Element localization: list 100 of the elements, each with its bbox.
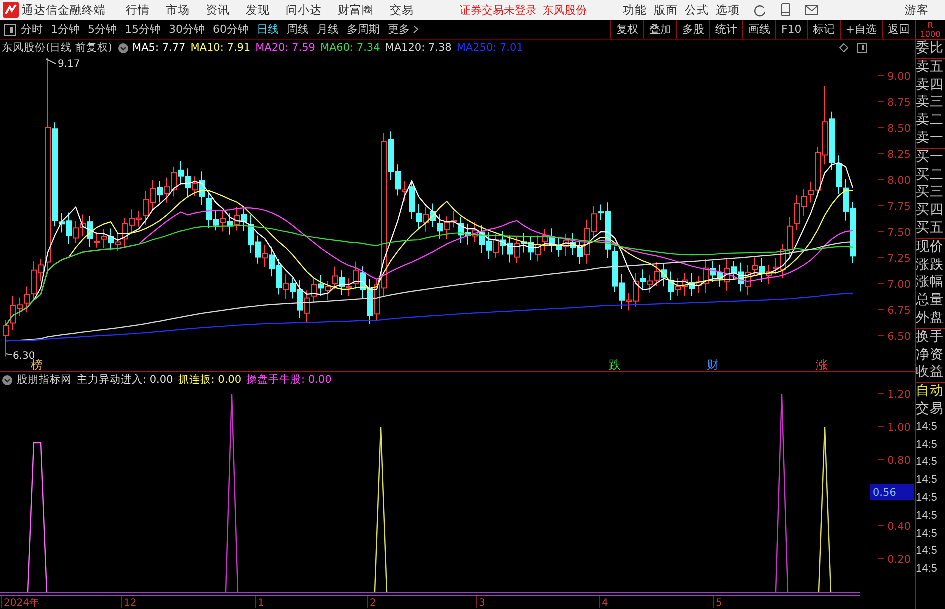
chevron-icon[interactable] bbox=[118, 42, 129, 54]
menu-item[interactable]: 财富圈 bbox=[338, 2, 374, 18]
period-tab[interactable]: 15分钟 bbox=[125, 22, 161, 37]
date-axis-label: 2 bbox=[370, 598, 376, 609]
ma-value: MA20: 7.59 bbox=[256, 42, 316, 54]
quote-label: 买一 bbox=[916, 148, 945, 167]
toolbar-button[interactable]: 多股 bbox=[676, 20, 710, 39]
period-tab[interactable]: 更多 bbox=[388, 22, 419, 37]
toolbar-button[interactable]: 返回 bbox=[882, 20, 915, 39]
panel-toggle-icon[interactable] bbox=[4, 24, 16, 36]
date-axis-label: 1 bbox=[258, 598, 264, 609]
quote-label: 现价 bbox=[916, 238, 945, 257]
period-tab[interactable]: 60分钟 bbox=[213, 22, 249, 37]
trade-time: 14:5 bbox=[916, 473, 938, 488]
app-logo-icon bbox=[3, 2, 19, 18]
menu-item[interactable]: 公式 bbox=[685, 2, 709, 18]
menu-item[interactable]: 交易 bbox=[390, 2, 414, 18]
event-marker[interactable]: 财 bbox=[707, 358, 719, 372]
quote-label: 买二 bbox=[916, 166, 945, 184]
trade-time: 14:5 bbox=[916, 455, 938, 470]
quote-label: 委比 bbox=[916, 40, 945, 58]
period-tab[interactable]: 30分钟 bbox=[169, 22, 205, 37]
auto-trade-label[interactable]: 自动 bbox=[916, 383, 945, 401]
quote-label: 净资 bbox=[916, 346, 945, 364]
quote-label: 买三 bbox=[916, 184, 945, 202]
menu-item[interactable]: 资讯 bbox=[206, 2, 230, 18]
period-tab[interactable]: 月线 bbox=[317, 22, 339, 37]
axis-tick-label: 1.20 bbox=[888, 389, 911, 401]
toolbar-button[interactable]: 叠加 bbox=[643, 20, 676, 39]
indicator-value: 主力异动进入: 0.00 bbox=[77, 373, 174, 387]
axis-tick-label: 0.40 bbox=[888, 521, 911, 533]
phone-icon[interactable] bbox=[781, 3, 791, 17]
axis-tick-label: 7.25 bbox=[888, 253, 911, 265]
axis-tick-label: 6.75 bbox=[888, 305, 911, 317]
menu-item[interactable]: 功能 bbox=[623, 2, 647, 18]
toolbar-button[interactable]: 复权 bbox=[610, 20, 644, 39]
toolbar-button[interactable]: 统计 bbox=[709, 20, 742, 39]
date-axis-label: 12 bbox=[124, 598, 137, 609]
ma-value: MA10: 7.91 bbox=[190, 42, 251, 54]
refresh-icon[interactable] bbox=[754, 4, 767, 16]
period-tab[interactable]: 1分钟 bbox=[51, 22, 80, 37]
app-name: 通达信金融终端 bbox=[22, 2, 106, 18]
event-marker[interactable]: 涨 bbox=[816, 358, 828, 372]
ma-value: MA250: 7.01 bbox=[456, 42, 524, 54]
axis-tick-label: 6.50 bbox=[888, 331, 911, 343]
period-tab[interactable]: 5分钟 bbox=[88, 22, 117, 37]
toolbar-button[interactable]: +自选 bbox=[840, 20, 882, 39]
menu-item[interactable]: 市场 bbox=[166, 2, 190, 18]
period-tab[interactable]: 周线 bbox=[287, 22, 309, 37]
toolbar-button[interactable]: F10 bbox=[775, 20, 807, 39]
axis-tick-label: 8.50 bbox=[888, 123, 911, 135]
trade-time: 14:5 bbox=[916, 544, 938, 560]
axis-tick-label: 7.75 bbox=[888, 201, 911, 213]
quote-label: 换手 bbox=[916, 328, 945, 347]
period-tab[interactable]: 多周期 bbox=[347, 22, 380, 37]
indicator-value: 操盘手牛股: 0.00 bbox=[246, 373, 332, 387]
diamond-icon[interactable] bbox=[839, 43, 849, 53]
ma-value: MA60: 7.34 bbox=[320, 42, 380, 54]
quote-label: 收益 bbox=[916, 364, 945, 382]
panel-toggle-icon[interactable] bbox=[857, 43, 867, 53]
quote-label: 卖五 bbox=[916, 58, 945, 77]
menu-item[interactable]: 行情 bbox=[126, 2, 150, 18]
quote-label: 外盘 bbox=[916, 310, 945, 328]
ma-value: MA5: 7.77 bbox=[132, 42, 186, 54]
trade-time: 14:5 bbox=[916, 526, 938, 542]
chevron-icon[interactable] bbox=[2, 374, 13, 386]
login-status: 证券交易未登录 bbox=[460, 2, 537, 18]
date-axis-label: 4 bbox=[602, 598, 608, 609]
trade-time: 14:5 bbox=[916, 508, 938, 524]
quote-label: 买五 bbox=[916, 220, 945, 238]
event-marker[interactable]: 跌 bbox=[609, 358, 621, 372]
mail-icon[interactable] bbox=[805, 4, 819, 16]
toolbar-button[interactable]: 标记 bbox=[806, 20, 840, 39]
axis-tick-label: 7.00 bbox=[888, 279, 911, 291]
user-name[interactable]: 游客 bbox=[905, 2, 929, 18]
corner-value: 1000 bbox=[920, 30, 941, 39]
menu-item[interactable]: 选项 bbox=[716, 2, 740, 18]
period-tab[interactable]: 日线 bbox=[257, 22, 279, 37]
axis-tick-label: 0.80 bbox=[888, 455, 911, 467]
quote-label: 总量 bbox=[916, 292, 945, 310]
high-price-label: 9.17 bbox=[58, 59, 80, 70]
cursor-value-tag: 0.56 bbox=[870, 484, 914, 500]
axis-tick-label: 0.20 bbox=[888, 554, 911, 566]
menu-item[interactable]: 版面 bbox=[654, 2, 678, 18]
corner-label: R bbox=[928, 21, 934, 30]
quote-label: 卖二 bbox=[916, 112, 945, 130]
menu-item[interactable]: 发现 bbox=[246, 2, 270, 18]
chevron-right-icon[interactable] bbox=[413, 25, 419, 34]
menu-item[interactable]: 问小达 bbox=[286, 2, 322, 18]
trade-time: 14:5 bbox=[916, 420, 938, 435]
quote-label: 交易 bbox=[916, 400, 945, 419]
date-axis-label: 3 bbox=[479, 598, 486, 609]
ma-value: MA120: 7.38 bbox=[385, 42, 452, 54]
period-tab[interactable]: 分时 bbox=[21, 22, 43, 37]
chart-title: 东风股份(日线 前复权) bbox=[2, 41, 113, 55]
quote-label: 涨跌 bbox=[916, 256, 945, 274]
axis-tick-label: 8.00 bbox=[888, 175, 911, 187]
toolbar-button[interactable]: 画线 bbox=[742, 20, 776, 39]
quote-label: 买四 bbox=[916, 202, 945, 220]
quote-label: 卖一 bbox=[916, 130, 945, 148]
